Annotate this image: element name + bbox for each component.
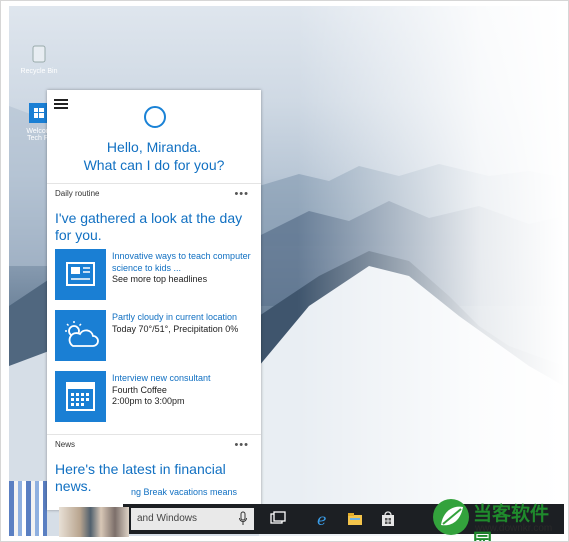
news-tile bbox=[55, 249, 106, 300]
edge-icon[interactable]: e bbox=[314, 510, 332, 528]
cortana-ring-icon bbox=[144, 106, 166, 128]
watermark-logo: 当客软件园 www.downkr.com bbox=[429, 497, 567, 542]
calendar-icon bbox=[66, 382, 95, 411]
cortana-greeting: Hello, Miranda. What can I do for you? bbox=[47, 138, 261, 174]
news-card[interactable]: Innovative ways to teach computer scienc… bbox=[55, 249, 253, 300]
weather-card[interactable]: Partly cloudy in current location Today … bbox=[55, 310, 253, 361]
watermark-brand: 当客软件园 bbox=[473, 503, 550, 542]
search-placeholder: and Windows bbox=[137, 513, 198, 524]
file-explorer-icon[interactable] bbox=[346, 510, 364, 528]
greeting-line-2: What can I do for you? bbox=[83, 157, 225, 173]
recycle-bin-icon bbox=[32, 45, 46, 63]
task-view-icon[interactable] bbox=[269, 510, 287, 528]
divider bbox=[47, 183, 261, 184]
leaf-logo-icon bbox=[433, 499, 469, 535]
calendar-card[interactable]: Interview new consultant Fourth Coffee 2… bbox=[55, 371, 253, 422]
desktop-icon-strip bbox=[9, 481, 47, 536]
news-icon bbox=[66, 262, 95, 286]
weather-card-subtitle: Today 70°/51°, Precipitation 0% bbox=[112, 323, 239, 334]
news-more-button[interactable]: ••• bbox=[234, 440, 249, 451]
microphone-icon[interactable] bbox=[238, 511, 248, 527]
calendar-tile bbox=[55, 371, 106, 422]
calendar-card-title[interactable]: Interview new consultant bbox=[112, 373, 253, 385]
news-card-title[interactable]: Innovative ways to teach computer scienc… bbox=[112, 251, 253, 274]
watermark-url: www.downkr.com bbox=[475, 523, 553, 534]
cortana-panel: Hello, Miranda. What can I do for you? D… bbox=[47, 90, 261, 510]
weather-tile bbox=[55, 310, 106, 361]
store-icon[interactable] bbox=[379, 510, 397, 528]
news-section-title: News bbox=[55, 440, 76, 449]
daily-routine-headline: I've gathered a look at the day for you. bbox=[55, 210, 243, 243]
weather-card-title[interactable]: Partly cloudy in current location bbox=[112, 312, 253, 324]
daily-routine-title: Daily routine bbox=[55, 189, 100, 198]
recycle-bin-desktop-icon[interactable]: Recycle Bin bbox=[19, 42, 59, 75]
daily-routine-more-button[interactable]: ••• bbox=[234, 189, 249, 200]
divider bbox=[47, 434, 261, 435]
news-card-subtitle[interactable]: See more top headlines bbox=[112, 274, 253, 286]
news-thumbnail[interactable] bbox=[59, 507, 129, 537]
svg-text:e: e bbox=[317, 510, 326, 528]
news-item-title[interactable]: ng Break vacations means bbox=[131, 487, 237, 497]
partly-cloudy-icon bbox=[65, 321, 99, 347]
screenshot-frame: Recycle Bin Welcom Tech Pr Hello, Mirand… bbox=[0, 0, 569, 542]
greeting-line-1: Hello, Miranda. bbox=[106, 139, 202, 155]
calendar-card-time: 2:00pm to 3:00pm bbox=[112, 396, 185, 406]
hamburger-menu-icon[interactable] bbox=[54, 99, 68, 109]
recycle-bin-label: Recycle Bin bbox=[20, 68, 58, 75]
calendar-card-location: Fourth Coffee bbox=[112, 384, 167, 395]
taskbar-search-box[interactable]: and Windows bbox=[131, 508, 254, 530]
